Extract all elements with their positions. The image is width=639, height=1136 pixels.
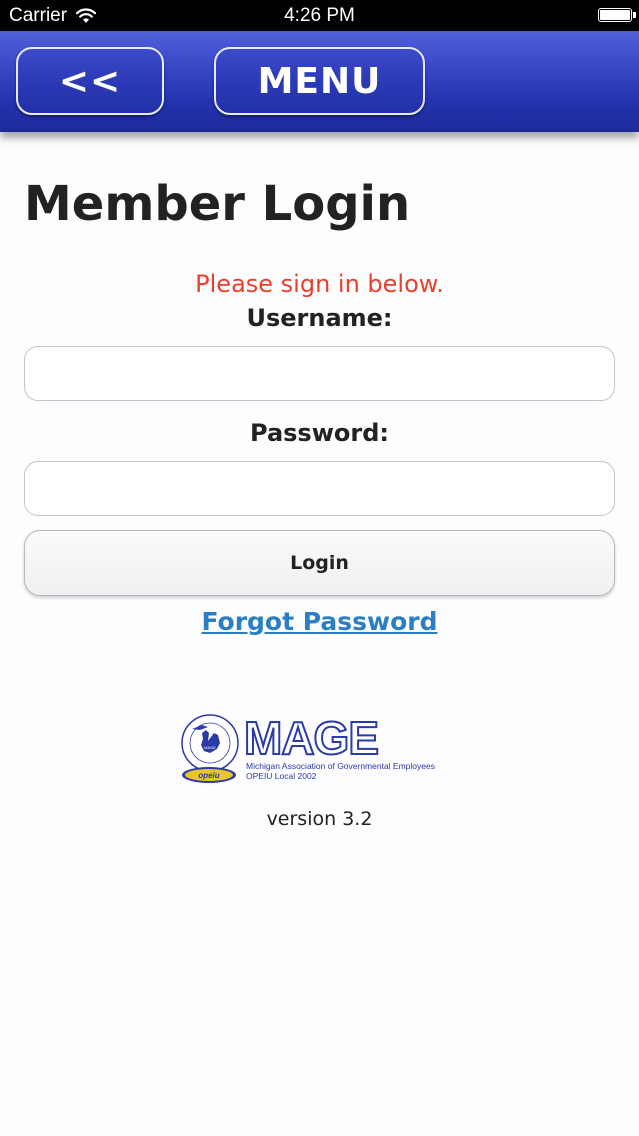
- mage-brand-text: MAGE: [243, 712, 380, 764]
- app-header: << MENU: [0, 31, 639, 132]
- sign-in-prompt: Please sign in below.: [195, 270, 444, 298]
- battery-nub: [633, 12, 636, 18]
- svg-text:opeiu: opeiu: [198, 771, 219, 780]
- battery-fill: [600, 10, 630, 20]
- username-label: Username:: [246, 304, 393, 332]
- login-button[interactable]: Login: [24, 530, 615, 596]
- back-button[interactable]: <<: [16, 47, 164, 115]
- logo-local: OPEIU Local 2002: [246, 771, 317, 781]
- mage-logo: MAGE opeiu MAGE Michigan Association of …: [180, 711, 456, 787]
- svg-text:MAGE: MAGE: [204, 745, 216, 750]
- password-label: Password:: [250, 419, 389, 447]
- password-input[interactable]: [24, 461, 615, 516]
- battery-icon: [598, 8, 636, 22]
- app-version: version 3.2: [266, 808, 373, 830]
- status-time: 4:26 PM: [284, 5, 355, 26]
- menu-button[interactable]: MENU: [214, 47, 425, 115]
- username-input[interactable]: [24, 346, 615, 401]
- forgot-password-link[interactable]: Forgot Password: [0, 607, 639, 636]
- michigan-seal-icon: MAGE opeiu: [181, 714, 239, 783]
- logo-org-name: Michigan Association of Governmental Emp…: [246, 761, 435, 771]
- page-title: Member Login: [24, 176, 411, 232]
- status-bar: Carrier 4:26 PM: [0, 0, 639, 31]
